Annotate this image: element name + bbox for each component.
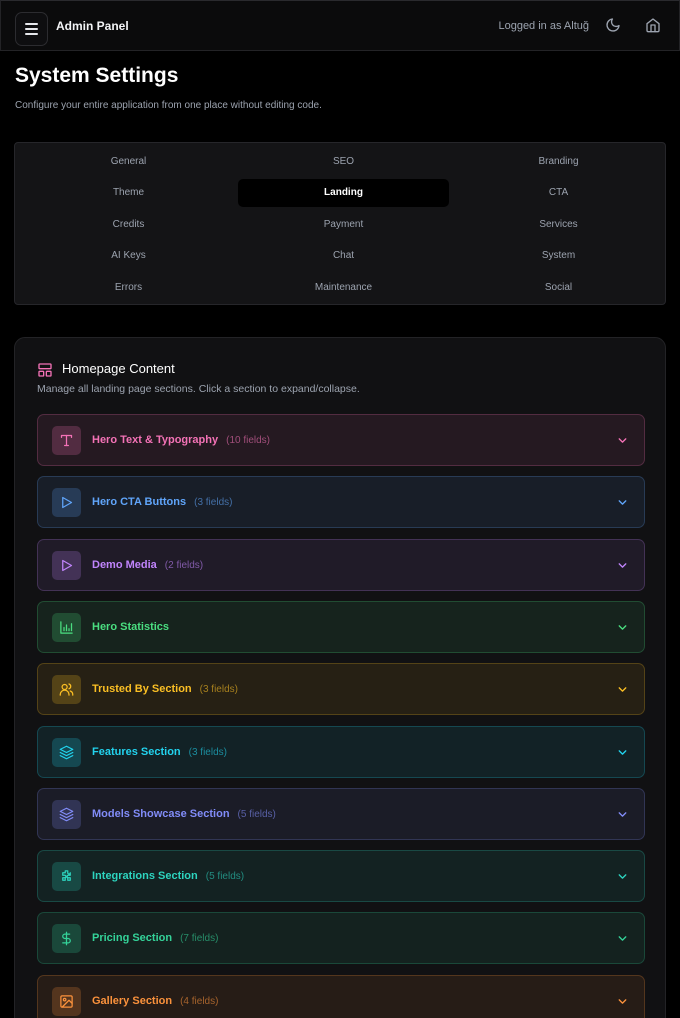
puzzle-icon-box [52,862,81,892]
chevron-down-icon[interactable] [616,746,629,759]
section-label: Models Showcase Section (5 fields) [92,808,276,820]
section-label: Features Section (3 fields) [92,746,227,758]
field-count: (4 fields) [180,995,219,1007]
moon-icon[interactable] [605,17,621,33]
section-pricing-section[interactable]: Pricing Section (7 fields) [37,912,645,965]
tab-system[interactable]: System [453,242,664,270]
section-hero-statistics[interactable]: Hero Statistics [37,600,645,653]
layers-icon-box [52,737,81,767]
users-icon-box [52,675,81,705]
section-title: Demo Media [92,558,157,571]
field-count: (2 fields) [164,559,204,571]
bar-chart-icon [60,621,73,634]
page-title: System Settings [15,64,179,87]
page-subtitle: Configure your entire application from o… [15,100,322,111]
section-title: Integrations Section [92,870,198,883]
bar-chart-icon-box [52,612,81,642]
card-subtitle: Manage all landing page sections. Click … [37,383,360,395]
section-models-showcase-section[interactable]: Models Showcase Section (5 fields) [37,787,645,840]
section-title: Hero Text & Typography [92,434,219,446]
field-count: (7 fields) [180,933,219,945]
chevron-down-icon[interactable] [616,932,629,945]
section-title: Gallery Section [92,994,173,1007]
users-icon [59,683,74,696]
dollar-icon-box [52,924,81,954]
tab-general[interactable]: General [23,147,234,175]
play-icon [62,559,73,571]
tab-ai-keys[interactable]: AI Keys [23,242,234,270]
app-title: Admin Panel [56,19,129,33]
image-icon-box [52,986,81,1016]
settings-tabs: General SEO Branding Theme Landing CTA Credits… [14,142,666,305]
play-icon-box [52,488,81,518]
play-icon [62,497,73,509]
section-integrations-section[interactable]: Integrations Section (5 fields) [37,850,645,903]
tab-seo[interactable]: SEO [238,147,449,175]
dollar-icon [62,932,71,946]
section-label: Integrations Section (5 fields) [92,870,244,882]
field-count: (3 fields) [194,497,233,509]
tab-maintenance[interactable]: Maintenance [238,273,449,301]
tab-landing[interactable]: Landing [238,178,449,207]
section-hero-cta-buttons[interactable]: Hero CTA Buttons (3 fields) [37,476,645,529]
hamburger-icon[interactable] [15,12,48,46]
card-title: Homepage Content [62,361,175,376]
chevron-down-icon[interactable] [616,621,629,634]
tab-credits[interactable]: Credits [23,210,234,238]
chevron-down-icon[interactable] [616,559,629,572]
user-status: Logged in as Altuğ [498,20,589,32]
section-features-section[interactable]: Features Section (3 fields) [37,725,645,778]
section-trusted-by-section[interactable]: Trusted By Section (3 fields) [37,663,645,716]
tab-cta[interactable]: CTA [453,179,664,207]
section-label: Trusted By Section (3 fields) [92,683,238,695]
home-icon[interactable] [645,17,661,33]
tab-chat[interactable]: Chat [238,242,449,270]
tab-errors[interactable]: Errors [23,273,234,301]
puzzle-icon [62,870,71,881]
chevron-down-icon[interactable] [616,434,629,447]
field-count: (5 fields) [237,808,276,820]
tab-branding[interactable]: Branding [453,147,664,175]
section-label: Pricing Section (7 fields) [92,932,218,944]
chevron-down-icon[interactable] [616,683,629,696]
type-icon [60,434,73,447]
section-title: Trusted By Section [92,683,192,696]
section-hero-text-typography[interactable]: Hero Text & Typography (10 fields) [37,414,645,466]
tab-services[interactable]: Services [453,210,664,238]
tab-social[interactable]: Social [453,273,664,301]
layout-icon [38,363,52,377]
layers-icon-box [52,799,81,829]
section-title: Hero CTA Buttons [92,496,187,509]
section-label: Hero Statistics [92,621,169,633]
section-gallery-section[interactable]: Gallery Section (4 fields) [37,974,645,1018]
chevron-down-icon[interactable] [616,496,629,509]
section-title: Models Showcase Section [92,807,230,820]
type-icon-box [52,426,81,455]
section-label: Gallery Section (4 fields) [92,995,218,1007]
layers-icon [59,745,74,759]
section-title: Features Section [92,745,181,758]
play-icon-box [52,550,81,580]
tab-payment[interactable]: Payment [238,210,449,238]
section-label: Hero Text & Typography (10 fields) [92,434,270,446]
tab-theme[interactable]: Theme [23,179,234,207]
field-count: (3 fields) [199,684,238,696]
section-label: Demo Media (2 fields) [92,559,203,571]
chevron-down-icon[interactable] [616,870,629,883]
section-title: Hero Statistics [92,620,170,633]
field-count: (5 fields) [205,871,245,883]
homepage-content-card: Homepage Content Manage all landing page… [14,337,666,1018]
field-count: (10 fields) [226,435,271,446]
chevron-down-icon[interactable] [616,808,629,821]
section-label: Hero CTA Buttons (3 fields) [92,496,232,508]
chevron-down-icon[interactable] [616,995,629,1008]
layers-icon [59,807,74,822]
field-count: (3 fields) [188,746,227,758]
section-demo-media[interactable]: Demo Media (2 fields) [37,538,645,591]
top-bar: Admin Panel Logged in as Altuğ [0,0,680,51]
section-title: Pricing Section [92,932,173,945]
image-icon [60,994,73,1008]
